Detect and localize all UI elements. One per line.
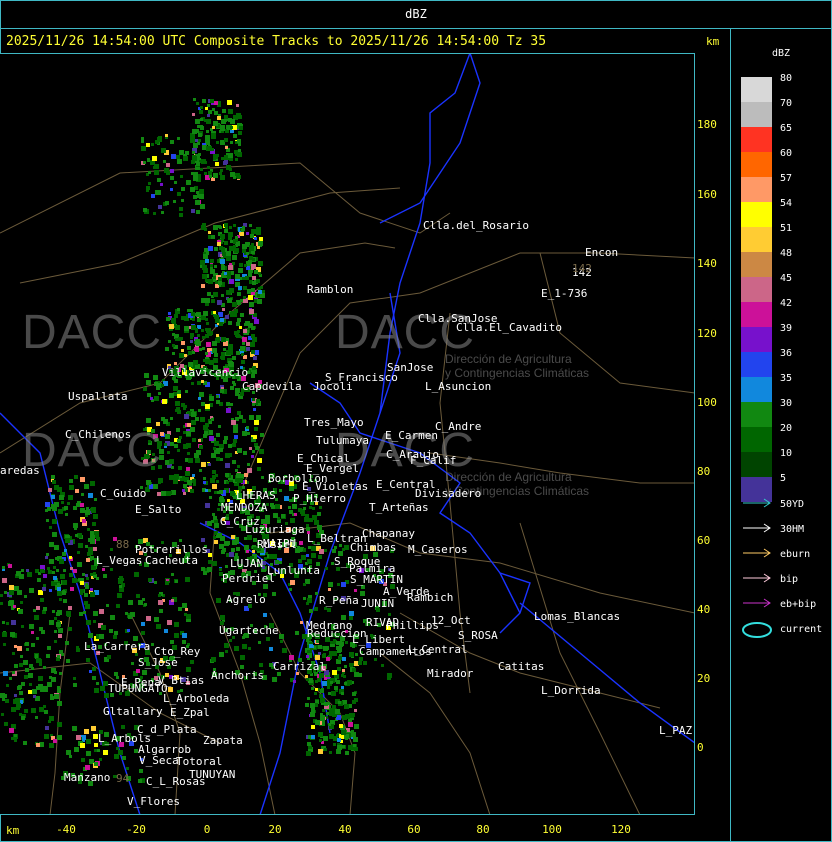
legend-bin-label: 42 [780,298,793,309]
legend-swatch [741,377,772,402]
legend-bin-label: 80 [780,73,793,84]
y-tick-label: 0 [697,741,704,754]
legend-bin-label: 5 [780,473,787,484]
window-title: dBZ [405,7,427,21]
x-tick-label: 100 [542,823,562,836]
plot-header: 2025/11/26 14:54:00 UTC Composite Tracks… [6,34,547,49]
x-tick-label: 60 [407,823,421,836]
track-legend-label: current [780,624,823,635]
legend-swatch [741,77,772,102]
legend-bin-label: 54 [780,198,793,209]
legend-swatch [741,102,772,127]
y-tick-label: 60 [697,534,711,547]
x-unit-label: km [6,824,20,837]
legend-bin-label: 70 [780,98,793,109]
track-legend-label: 50YD [780,499,805,510]
y-tick-label: 20 [697,672,711,685]
track-legend-label: eb+bip [780,599,817,610]
legend-bin-label: 57 [780,173,793,184]
legend-swatch [741,352,772,377]
legend-bin-label: 39 [780,323,793,334]
legend-bin-label: 35 [780,373,793,384]
legend-bin-label: 65 [780,123,793,134]
legend-swatch [741,427,772,452]
legend-swatch [741,327,772,352]
arrow-icon [743,598,771,608]
x-tick-label: -40 [56,823,76,836]
legend-bin-label: 20 [780,423,793,434]
legend-bin-label: 30 [780,398,793,409]
legend-swatch [741,152,772,177]
legend-swatch [741,252,772,277]
y-tick-label: 180 [697,118,717,131]
legend-bin-label: 60 [780,148,793,159]
legend-bin-label: 45 [780,273,793,284]
y-tick-label: 100 [697,396,717,409]
arrow-icon [743,498,771,508]
legend-bin-label: 51 [780,223,793,234]
legend-swatch [741,227,772,252]
x-tick-label: 20 [268,823,282,836]
y-tick-label: 160 [697,188,717,201]
legend-swatch [741,127,772,152]
y-tick-label: 120 [697,327,717,340]
legend-bin-label: 36 [780,348,793,359]
legend-swatch [741,202,772,227]
arrow-icon [743,523,771,533]
ellipse-icon [742,622,772,638]
x-tick-label: 120 [611,823,631,836]
track-legend-label: bip [780,574,799,585]
plot-border [0,53,695,815]
legend-swatch [741,452,772,477]
legend-title: dBZ [772,48,791,59]
track-legend-label: 30HM [780,524,805,535]
x-tick-label: 40 [338,823,352,836]
y-unit-label: km [706,35,720,48]
y-tick-label: 80 [697,465,711,478]
arrow-icon [743,548,771,558]
legend-bin-label: 48 [780,248,793,259]
legend-swatch [741,402,772,427]
y-tick-label: 40 [697,603,711,616]
title-bar: dBZ [0,0,832,29]
y-tick-label: 140 [697,257,717,270]
x-tick-label: 80 [476,823,490,836]
arrow-icon [743,573,771,583]
legend-swatch [741,177,772,202]
legend-bin-label: 10 [780,448,793,459]
track-legend-label: eburn [780,549,811,560]
x-tick-label: 0 [203,823,211,836]
x-tick-label: -20 [126,823,146,836]
legend-swatch [741,277,772,302]
legend-swatch [741,302,772,327]
